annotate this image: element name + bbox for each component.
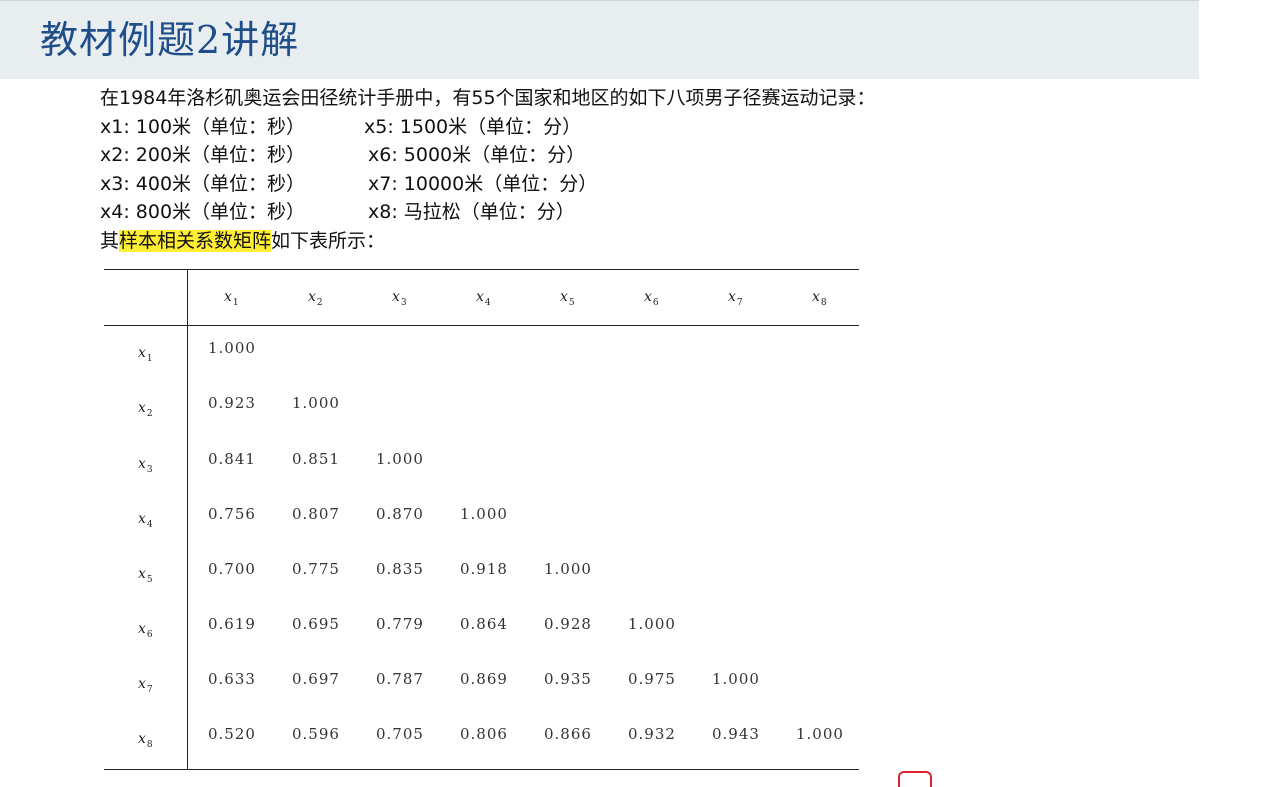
variable-right: x7: 10000米（单位：分） — [368, 172, 598, 195]
matrix-cell: 0.869 — [460, 670, 508, 688]
column-header: x3 — [392, 289, 408, 308]
variable-left: x1: 100米（单位：秒） — [100, 115, 306, 138]
column-header: x5 — [560, 289, 576, 308]
matrix-cell: 0.864 — [460, 615, 508, 633]
highlighted-term: 样本相关系数矩阵 — [119, 229, 272, 252]
matrix-cell: 1.000 — [460, 505, 508, 523]
matrix-cell: 0.700 — [208, 560, 256, 578]
matrix-cell: 0.619 — [208, 615, 256, 633]
variable-left: x2: 200米（单位：秒） — [100, 144, 306, 166]
variable-row: x2: 200米（单位：秒） x6: 5000米（单位：分） — [100, 141, 876, 170]
variable-row: x1: 100米（单位：秒） x5: 1500米（单位：分） — [100, 113, 876, 142]
slide-title-bar: 教材例题2讲解 — [0, 0, 1199, 79]
variable-right: x5: 1500米（单位：分） — [364, 115, 582, 138]
row-header: x6 — [138, 621, 154, 640]
variable-left: x4: 800米（单位：秒） — [100, 201, 306, 223]
table-stub-rule — [187, 269, 188, 770]
column-header: x2 — [308, 289, 324, 308]
matrix-cell: 0.807 — [292, 505, 340, 523]
variable-row: x4: 800米（单位：秒） x8: 马拉松（单位：分） — [100, 198, 876, 227]
matrix-cell: 0.787 — [376, 670, 424, 688]
matrix-cell: 0.695 — [292, 615, 340, 633]
matrix-cell: 0.866 — [544, 725, 592, 743]
table-header-rule — [104, 325, 859, 326]
matrix-cell: 0.779 — [376, 615, 424, 633]
problem-statement: 在1984年洛杉矶奥运会田径统计手册中，有55个国家和地区的如下八项男子径赛运动… — [100, 84, 876, 255]
matrix-cell: 1.000 — [712, 670, 760, 688]
matrix-cell: 0.756 — [208, 505, 256, 523]
matrix-cell: 0.923 — [208, 394, 256, 412]
matrix-cell: 1.000 — [292, 394, 340, 412]
row-header: x1 — [138, 345, 154, 364]
column-header: x6 — [644, 289, 660, 308]
matrix-cell: 0.835 — [376, 560, 424, 578]
matrix-cell: 0.943 — [712, 725, 760, 743]
row-header: x8 — [138, 731, 154, 750]
matrix-cell: 1.000 — [376, 450, 424, 468]
matrix-cell: 0.841 — [208, 450, 256, 468]
row-header: x3 — [138, 456, 154, 475]
row-header: x2 — [138, 400, 154, 419]
matrix-cell: 0.596 — [292, 725, 340, 743]
matrix-cell: 1.000 — [208, 339, 256, 357]
matrix-cell: 0.520 — [208, 725, 256, 743]
correlation-matrix-table: x1 x2 x3 x4 x5 x6 x7 x8 x1 1.000 x2 0.923 1.000 x3 0.8… — [104, 269, 859, 770]
row-header: x5 — [138, 566, 154, 585]
matrix-cell: 1.000 — [796, 725, 844, 743]
summary-post: 如下表所示： — [271, 229, 386, 252]
table-top-rule — [104, 269, 859, 270]
matrix-cell: 1.000 — [544, 560, 592, 578]
annotation-mark-icon — [898, 771, 932, 787]
row-header: x7 — [138, 676, 154, 695]
summary-line: 其样本相关系数矩阵如下表所示： — [100, 227, 876, 256]
matrix-cell: 0.935 — [544, 670, 592, 688]
slide-title: 教材例题2讲解 — [40, 18, 300, 62]
variable-right: x8: 马拉松（单位：分） — [368, 201, 575, 223]
matrix-cell: 0.633 — [208, 670, 256, 688]
matrix-cell: 0.705 — [376, 725, 424, 743]
variable-right: x6: 5000米（单位：分） — [368, 144, 586, 166]
row-header: x4 — [138, 511, 154, 530]
variable-left: x3: 400米（单位：秒） — [100, 172, 306, 195]
matrix-cell: 0.697 — [292, 670, 340, 688]
matrix-cell: 0.870 — [376, 505, 424, 523]
summary-pre: 其 — [100, 229, 120, 252]
intro-line: 在1984年洛杉矶奥运会田径统计手册中，有55个国家和地区的如下八项男子径赛运动… — [100, 87, 876, 109]
matrix-cell: 0.932 — [628, 725, 676, 743]
matrix-cell: 0.851 — [292, 450, 340, 468]
column-header: x1 — [224, 289, 240, 308]
matrix-cell: 0.775 — [292, 560, 340, 578]
table-bottom-rule — [104, 769, 859, 770]
matrix-cell: 0.806 — [460, 725, 508, 743]
column-header: x8 — [812, 289, 828, 308]
column-header: x4 — [476, 289, 492, 308]
matrix-cell: 1.000 — [628, 615, 676, 633]
matrix-cell: 0.918 — [460, 560, 508, 578]
column-header: x7 — [728, 289, 744, 308]
matrix-cell: 0.975 — [628, 670, 676, 688]
matrix-cell: 0.928 — [544, 615, 592, 633]
variable-row: x3: 400米（单位：秒） x7: 10000米（单位：分） — [100, 170, 876, 199]
